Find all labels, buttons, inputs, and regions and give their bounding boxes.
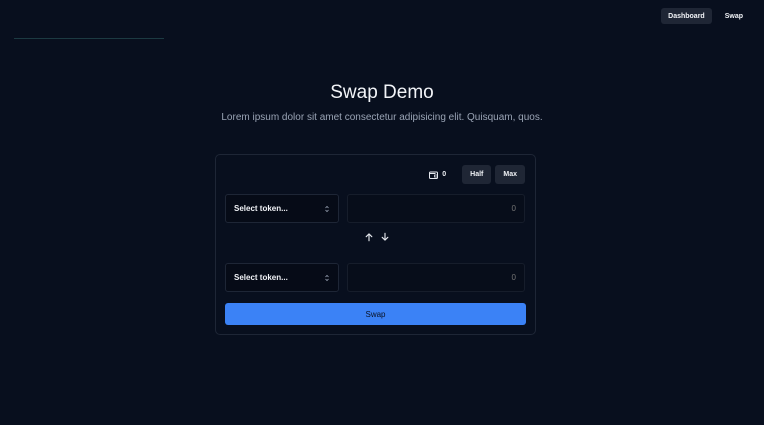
header-divider [14, 38, 164, 39]
chevrons-up-down-icon [325, 274, 329, 281]
wallet-balance: 0 [429, 171, 446, 179]
swap-card: 0 Half Max Select token... Select token.… [215, 154, 536, 335]
page-subtitle: Lorem ipsum dolor sit amet consectetur a… [221, 112, 543, 123]
wallet-balance-value: 0 [442, 171, 447, 178]
top-nav: Dashboard Swap [661, 8, 750, 24]
swap-toolbar: 0 Half Max [429, 165, 525, 184]
from-token-select-label: Select token... [234, 204, 288, 213]
to-amount-input[interactable] [347, 263, 525, 292]
to-token-select-label: Select token... [234, 273, 288, 282]
swap-submit-button[interactable]: Swap [225, 303, 526, 325]
max-button[interactable]: Max [495, 165, 525, 184]
arrow-down-icon[interactable] [380, 232, 390, 242]
nav-swap-button[interactable]: Swap [718, 8, 750, 24]
half-button[interactable]: Half [462, 165, 492, 184]
from-amount-input[interactable] [347, 194, 525, 223]
nav-dashboard-button[interactable]: Dashboard [661, 8, 712, 24]
chevrons-up-down-icon [325, 205, 329, 212]
swap-direction-toggle[interactable] [216, 232, 537, 242]
from-row: Select token... [225, 194, 525, 223]
wallet-icon [429, 171, 439, 179]
from-token-select[interactable]: Select token... [225, 194, 339, 223]
to-token-select[interactable]: Select token... [225, 263, 339, 292]
to-row: Select token... [225, 263, 525, 292]
arrow-up-icon[interactable] [364, 232, 374, 242]
page-title: Swap Demo [330, 82, 434, 103]
